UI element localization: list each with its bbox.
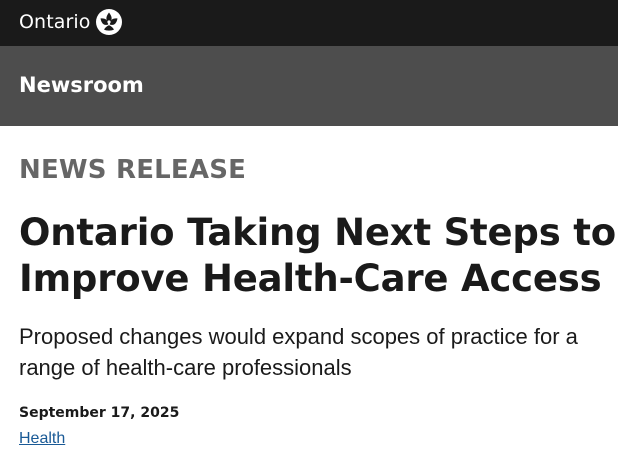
page-title: Ontario Taking Next Steps to Improve Hea… xyxy=(19,211,616,300)
newsroom-banner: Newsroom xyxy=(0,46,618,126)
site-header: Ontario xyxy=(0,0,618,46)
topic-link-health[interactable]: Health xyxy=(19,430,65,448)
ontario-logo-text: Ontario xyxy=(19,11,91,33)
ontario-logo-link[interactable]: Ontario xyxy=(19,8,123,36)
article-subheadline: Proposed changes would expand scopes of … xyxy=(19,324,578,380)
publish-date: September 17, 2025 xyxy=(19,405,180,421)
newsroom-link[interactable]: Newsroom xyxy=(19,73,144,97)
news-release-label: NEWS RELEASE xyxy=(19,155,247,185)
trillium-icon xyxy=(95,8,123,36)
